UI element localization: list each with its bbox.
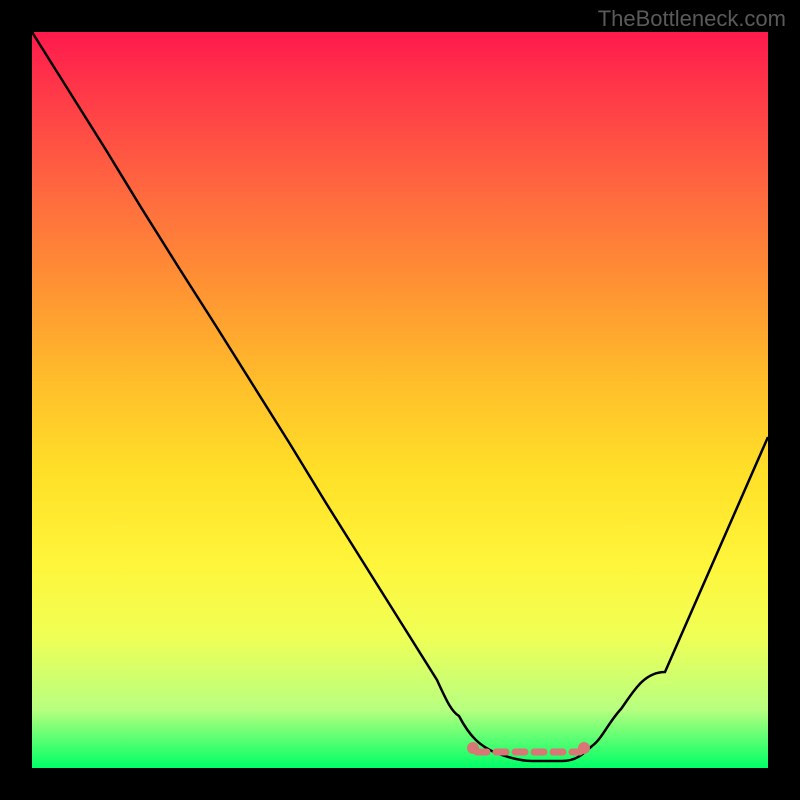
chart-plot-area (32, 32, 768, 768)
optimal-range-start-dot (467, 742, 479, 754)
bottleneck-curve-path (32, 32, 768, 761)
watermark-text: TheBottleneck.com (598, 6, 786, 32)
optimal-range-end-dot (578, 742, 590, 754)
bottleneck-curve-svg (32, 32, 768, 768)
